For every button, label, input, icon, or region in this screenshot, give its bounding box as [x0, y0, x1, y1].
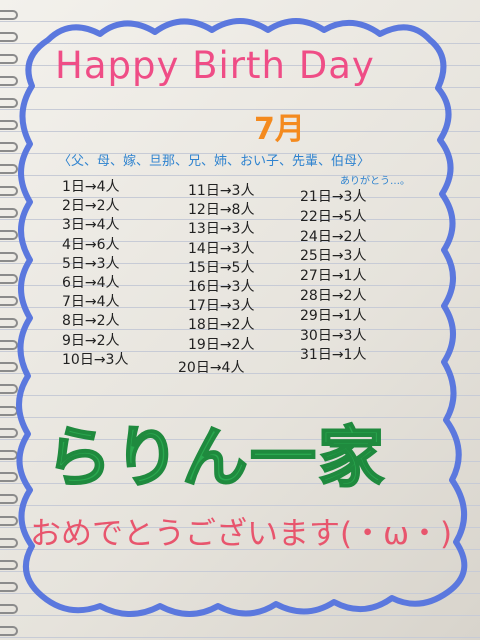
day-entry: 24日→2人	[300, 228, 367, 245]
family-name-text: らりん一家	[45, 418, 386, 497]
day-entry: 1日→4人	[62, 179, 120, 195]
day-entry: 21日→3人	[300, 189, 367, 205]
day-entry: 16日→3人	[188, 279, 255, 295]
day-entry: 17日→3人	[188, 298, 255, 315]
day-entry: 2日→2人	[62, 198, 120, 215]
day-entry: 14日→3人	[188, 240, 255, 257]
day-entry: 4日→6人	[62, 236, 120, 253]
day-entry: 8日→2人	[62, 313, 120, 330]
day-entry: 3日→4人	[62, 217, 120, 234]
day-entry: 10日→3人	[62, 351, 129, 368]
greeting-text: おめでとうございます(・ω・)	[30, 516, 453, 552]
day-entry: 18日→2人	[188, 317, 255, 334]
day-entry: 15日→5人	[188, 259, 255, 276]
day-entry: 27日→1人	[300, 268, 367, 285]
day-entry: 9日→2人	[62, 332, 120, 349]
day-entry: 7日→4人	[62, 294, 120, 311]
day-entry: 12日→8人	[188, 202, 255, 219]
day-entry: 20日→4人	[178, 359, 245, 376]
day-entry: 25日→3人	[300, 248, 367, 265]
day-entry: 19日→2人	[188, 336, 255, 353]
audience-text: 〈父、母、嫁、旦那、兄、姉、おい子、先輩、伯母〉	[58, 154, 371, 169]
day-entry: 5日→3人	[62, 255, 120, 272]
month-text: 7月	[254, 112, 305, 147]
day-entry: 28日→2人	[300, 288, 367, 304]
day-entry: 6日→4人	[62, 275, 120, 291]
day-entry: 29日→1人	[300, 307, 367, 324]
day-entry: 22日→5人	[300, 208, 367, 225]
day-entry: 13日→3人	[188, 221, 255, 238]
day-entry: 11日→3人	[188, 183, 255, 199]
title-text: Happy Birth Day	[55, 44, 375, 87]
day-entry: 31日→1人	[300, 347, 367, 364]
day-entry: 30日→3人	[300, 327, 367, 344]
note-text: ありがとう…。	[340, 176, 410, 187]
